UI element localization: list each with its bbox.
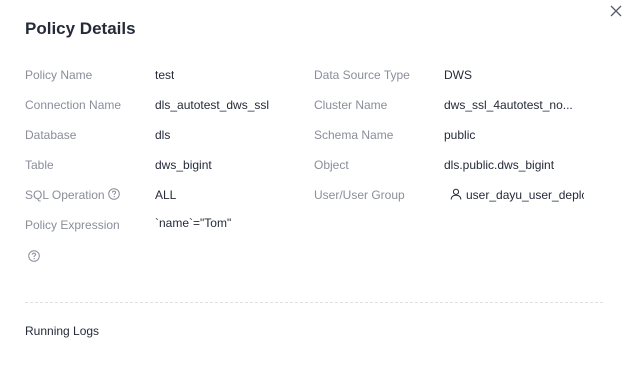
help-icon[interactable] [28,249,40,262]
table-label: Table [25,158,54,172]
user-group-label: User/User Group [314,188,405,202]
row-connection-name: Connection Name dls_autotest_dws_ssl Clu… [0,95,637,115]
user-icon [450,186,462,200]
table-value: dws_bigint [155,158,212,172]
policy-details-dialog: Policy Details Policy Name test Data Sou… [0,0,637,374]
policy-expression-label: Policy Expression [25,218,120,232]
running-logs-title: Running Logs [25,324,100,338]
section-divider [25,302,603,303]
object-label: Object [314,158,349,172]
row-database: Database dls Schema Name public [0,125,637,145]
row-policy-name: Policy Name test Data Source Type DWS [0,65,637,85]
policy-name-label: Policy Name [25,68,93,82]
object-value: dls.public.dws_bigint [444,158,555,172]
user-group-value: user_dayu_user_deplc [466,188,584,202]
connection-name-label: Connection Name [25,98,122,112]
schema-name-value: public [444,128,476,142]
connection-name-value: dls_autotest_dws_ssl [155,98,270,112]
policy-name-value: test [155,68,175,82]
sql-operation-value: ALL [155,188,177,202]
database-value: dls [155,128,171,142]
sql-operation-label: SQL Operation [25,188,105,202]
schema-name-label: Schema Name [314,128,394,142]
data-source-type-label: Data Source Type [314,68,410,82]
cluster-name-value: dws_ssl_4autotest_no... [444,98,573,112]
data-source-type-value: DWS [444,68,472,82]
user-group-value-wrap: user_dayu_user_deplc [445,185,584,205]
dialog-title: Policy Details [25,19,136,38]
database-label: Database [25,128,77,142]
row-table: Table dws_bigint Object dls.public.dws_b… [0,155,637,175]
cluster-name-label: Cluster Name [314,98,388,112]
row-policy-expression: Policy Expression `name`="Tom" [0,215,637,235]
sql-operation-label-group: SQL Operation [25,185,120,205]
close-icon[interactable] [608,4,624,20]
help-icon[interactable] [107,186,120,200]
policy-expression-value: `name`="Tom" [155,216,232,230]
row-sql-operation: SQL Operation ALL User/User Group user_d… [0,185,637,205]
